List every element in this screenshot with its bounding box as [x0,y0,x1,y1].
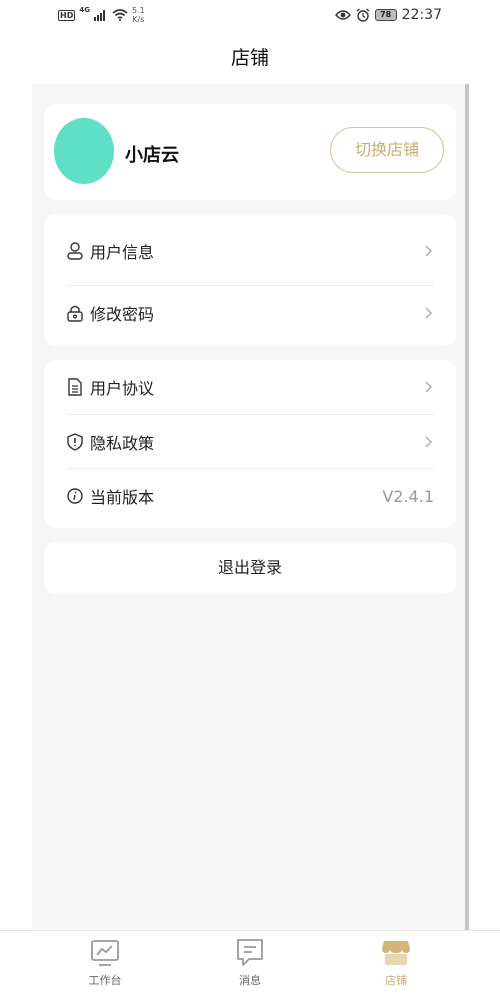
message-icon [237,939,263,966]
speed-unit: K/s [132,15,145,24]
speed-value: 5.1 [131,6,145,15]
info-icon [66,487,84,505]
document-icon [66,378,84,396]
menu-item-change-password[interactable]: 修改密码 [66,286,434,340]
tab-messages[interactable]: 消息 [200,937,300,988]
shield-icon [66,433,84,451]
chevron-right-icon [422,307,434,319]
user-icon [66,242,84,260]
menu-item-label: 修改密码 [90,305,155,324]
scrollbar[interactable] [465,84,469,930]
chevron-right-icon [422,436,434,448]
tab-label: 店铺 [385,974,407,987]
shop-name: 小店云 [125,145,179,166]
info-menu: 用户协议 隐私政策 当前版本 V2.4.1 [44,360,456,528]
avatar [54,118,114,184]
status-right: 78 22:37 [334,7,442,23]
wifi-icon [112,9,128,21]
signal-icon [93,10,105,21]
hd-indicator: HD [58,9,76,21]
lock-icon [66,304,84,322]
tab-bar: 工作台 消息 店铺 [0,930,500,1000]
eye-icon [334,10,351,20]
tab-workbench[interactable]: 工作台 [55,937,155,988]
menu-item-privacy-policy[interactable]: 隐私政策 [66,415,434,469]
version-value: V2.4.1 [382,486,434,506]
menu-item-label: 隐私政策 [90,434,155,453]
chevron-right-icon [422,381,434,393]
status-left: HD 4G 5.1 K/s [58,6,145,24]
logout-button[interactable]: 退出登录 [44,542,456,594]
network-type: 4G [79,6,90,14]
chevron-right-icon [422,245,434,257]
menu-item-user-info[interactable]: 用户信息 [66,224,434,278]
network-speed: 5.1 K/s [132,6,145,24]
menu-item-current-version: 当前版本 V2.4.1 [66,469,434,523]
switch-shop-button[interactable]: 切换店铺 [330,127,444,173]
account-menu: 用户信息 修改密码 [44,214,456,346]
tab-label: 消息 [239,974,261,987]
page-title: 店铺 [230,47,269,69]
battery-indicator: 78 [374,9,397,21]
shop-card: 小店云 切换店铺 [44,104,456,200]
content-area: 小店云 切换店铺 用户信息 修改密码 用户协议 隐私政策 当前版本 V2.4.1… [32,84,465,930]
menu-item-label: 当前版本 [90,488,155,507]
dashboard-icon [91,940,119,966]
shop-icon [382,941,410,965]
status-bar: HD 4G 5.1 K/s 78 22:37 [0,0,500,32]
tab-label: 工作台 [88,974,122,987]
alarm-icon [356,8,370,22]
clock: 22:37 [401,7,442,23]
menu-item-label: 用户协议 [90,379,155,398]
tab-shop[interactable]: 店铺 [346,937,446,988]
menu-item-user-agreement[interactable]: 用户协议 [66,360,434,414]
menu-item-label: 用户信息 [90,243,155,262]
